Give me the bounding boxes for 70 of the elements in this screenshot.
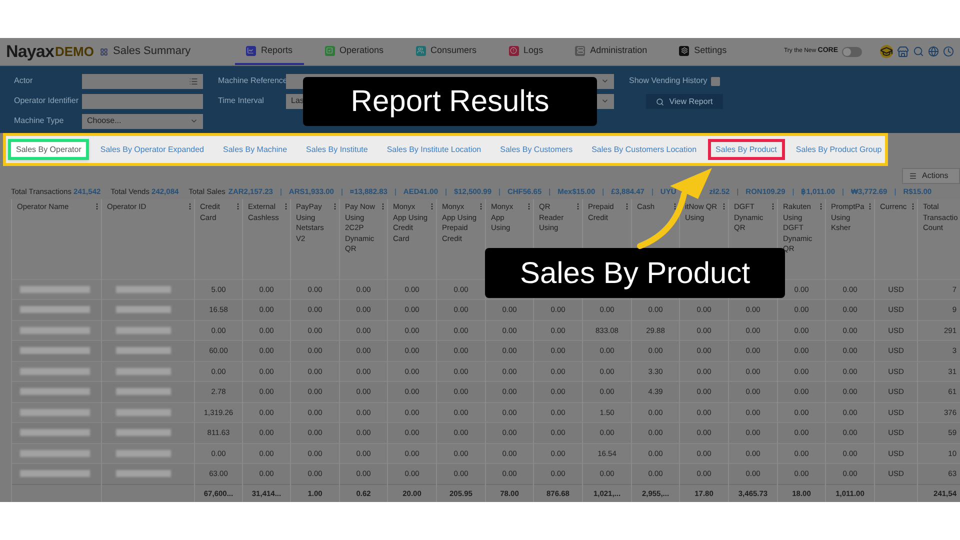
report-tab[interactable]: Sales By Operator Expanded [92,139,212,160]
search-icon [656,98,664,106]
redacted-text [116,388,171,396]
nav-tab[interactable]: Operations [314,38,395,65]
report-tab[interactable]: Sales By Machine [215,139,296,160]
field-label: Actor [14,75,34,87]
field-label: Operator Identifier [14,95,80,107]
view-report-button[interactable]: View Report [646,94,723,109]
redacted-text [20,470,90,478]
page-title: Sales Summary [112,44,192,60]
redacted-text [116,347,171,354]
field-label: Show Vending History [629,75,708,87]
operator-identifier-field[interactable] [82,94,203,108]
machine-type-select[interactable]: Choose... [82,114,203,128]
nav-tab[interactable]: Administration [564,38,658,65]
actions-button[interactable]: Actions [902,168,960,184]
field-label: Time Interval [218,95,265,107]
report-tab[interactable]: Sales By Customers Location [584,139,705,160]
redacted-text [116,368,171,375]
checkbox[interactable] [711,76,720,86]
actor-field[interactable] [82,74,203,88]
redacted-text [20,388,90,396]
nav-tab[interactable]: Logs [498,38,554,65]
report-tab[interactable]: Sales By Institute Location [378,139,490,160]
operations-icon [324,46,334,56]
caret-icon [601,97,609,105]
field-label: Machine Type [14,115,65,127]
report-tab[interactable]: Sales By Product [708,139,785,160]
redacted-text [116,470,171,478]
graduation-cap-icon[interactable] [880,45,893,58]
report-tab[interactable]: Sales By Institute [298,139,376,160]
redacted-text [20,286,90,293]
callout-tooltip: Report Results [303,77,597,126]
globe-icon[interactable] [928,46,939,57]
report-tab[interactable]: Sales By Product Group [788,139,890,160]
redacted-text [20,450,90,457]
core-toggle[interactable] [842,46,862,56]
callout-tooltip: Sales By Product [485,248,785,298]
logo-suffix: DEMO [54,42,94,59]
settings-icon [679,46,690,56]
redacted-text [20,429,90,436]
redacted-text [20,326,90,334]
redacted-text [20,368,90,375]
field-label: Machine Reference [218,75,286,87]
consumers-icon [416,46,426,56]
caret-icon [601,77,609,85]
report-tab[interactable]: Sales By Customers [492,139,581,160]
redacted-text [116,429,171,436]
administration-icon [575,46,586,56]
list-icon [189,76,198,86]
clock-icon[interactable] [943,46,954,57]
redacted-text [20,347,90,354]
redacted-text [20,306,90,314]
redacted-text [116,326,171,334]
grid-icon [100,48,108,56]
search-icon[interactable] [913,46,924,57]
redacted-text [116,408,171,416]
nav-tab[interactable]: Settings [668,38,738,65]
caret-icon [190,117,198,125]
redacted-text [20,408,90,416]
nav-tab[interactable]: Consumers [404,38,488,65]
redacted-text [116,286,171,293]
redacted-text [116,306,171,314]
menu-icon [909,172,917,180]
logo: Nayax [6,40,54,63]
reports-icon [246,46,256,56]
report-tab[interactable]: Sales By Operator [8,139,90,160]
store-icon[interactable] [897,46,909,58]
redacted-text [116,450,171,457]
logs-icon [508,46,519,56]
